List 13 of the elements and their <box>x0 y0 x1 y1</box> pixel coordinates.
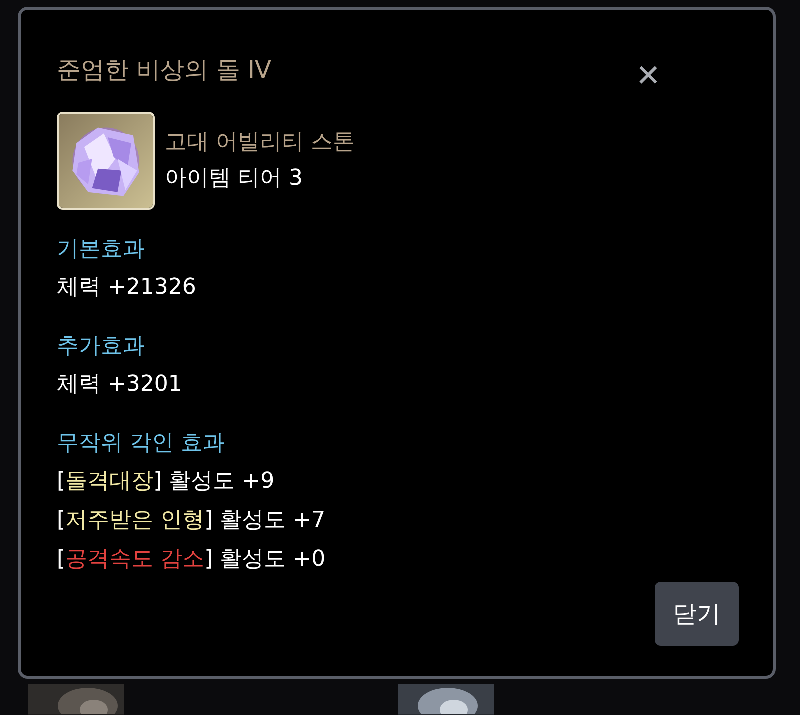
engraving-line: [저주받은 인형] 활성도 +7 <box>57 507 327 535</box>
effect-line: 체력 +3201 <box>57 371 184 399</box>
close-dialog-button[interactable]: 닫기 <box>655 582 739 646</box>
section-heading: 무작위 각인 효과 <box>57 430 226 458</box>
section-heading: 기본효과 <box>57 236 146 264</box>
item-category: 고대 어빌리티 스톤 <box>165 129 355 157</box>
section-heading: 추가효과 <box>57 333 146 361</box>
engraving-line: [돌격대장] 활성도 +9 <box>57 468 276 496</box>
dialog-title: 준엄한 비상의 돌 IV <box>57 55 272 86</box>
engraving-line: [공격속도 감소] 활성도 +0 <box>57 546 327 574</box>
effect-line: 체력 +21326 <box>57 274 198 302</box>
item-tier-label: 아이템 티어 3 <box>165 165 304 193</box>
close-button[interactable]: ✕ <box>636 62 661 92</box>
